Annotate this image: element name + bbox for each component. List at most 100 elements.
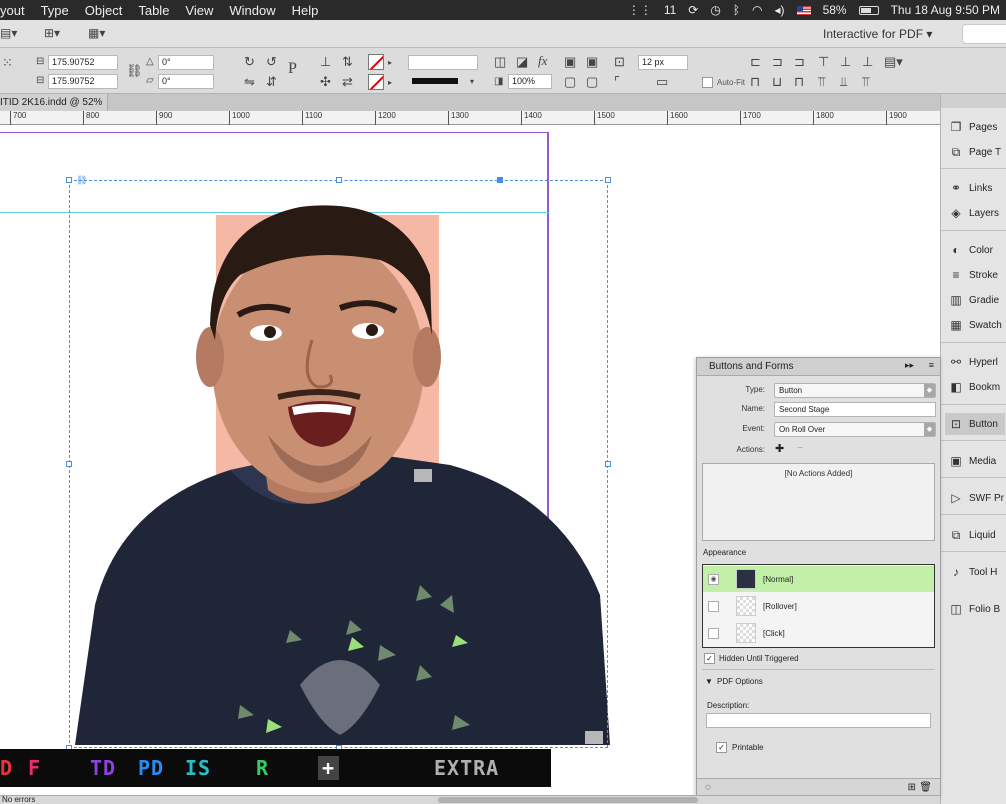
- preflight-status[interactable]: No errors: [2, 795, 35, 804]
- fit-content-icon[interactable]: ▣: [564, 55, 576, 69]
- dock-stroke[interactable]: ≡ Stroke: [949, 264, 1006, 286]
- trash-icon[interactable]: 🗑: [919, 782, 932, 793]
- strip-button-is[interactable]: IS: [185, 756, 211, 780]
- constrain-proportions-icon[interactable]: ⛓: [126, 64, 143, 78]
- select-content-icon[interactable]: ✣: [320, 75, 331, 89]
- fill-proportionally-icon[interactable]: ▢: [586, 75, 598, 89]
- remove-action-icon[interactable]: −: [797, 442, 803, 454]
- pdf-options-toggle-icon[interactable]: ▼: [705, 677, 713, 686]
- distribute-bottom-icon[interactable]: ⫪: [862, 75, 869, 89]
- dock-links[interactable]: ⚭ Links: [949, 177, 1006, 199]
- width-field[interactable]: 175.90752: [48, 55, 118, 70]
- type-select[interactable]: Button ◆: [774, 383, 936, 398]
- actions-list[interactable]: [No Actions Added]: [702, 463, 935, 541]
- horizontal-scrollbar[interactable]: [438, 797, 698, 803]
- time-machine-icon[interactable]: ◷: [710, 3, 720, 17]
- dock-media[interactable]: ▣ Media: [949, 450, 1006, 472]
- description-field[interactable]: [706, 713, 931, 728]
- spacing-field[interactable]: 12 px: [638, 55, 688, 70]
- shear-angle-field[interactable]: 0°: [158, 74, 214, 89]
- eye-icon[interactable]: ◉: [708, 574, 719, 585]
- menu-view[interactable]: View: [177, 3, 221, 18]
- strip-button-pd[interactable]: PD: [138, 756, 164, 780]
- align-bottom-icon[interactable]: ⊥: [862, 55, 873, 69]
- dock-swf-preview[interactable]: ▷ SWF Pr: [949, 487, 1006, 509]
- drop-shadow-icon[interactable]: ◫: [494, 55, 506, 69]
- add-action-icon[interactable]: ✚: [775, 442, 784, 455]
- dock-layers[interactable]: ◈ Layers: [949, 202, 1006, 224]
- strip-button-r[interactable]: R: [256, 756, 269, 780]
- dock-page-transitions[interactable]: ⧉ Page T: [949, 141, 1006, 163]
- arrange-documents-icon[interactable]: ⊞▾: [44, 26, 60, 40]
- select-container-icon[interactable]: ⊥: [320, 55, 331, 69]
- view-options-icon[interactable]: ▦▾: [88, 26, 105, 40]
- status-number[interactable]: 11: [664, 3, 676, 17]
- state-rollover[interactable]: [Rollover]: [703, 593, 934, 619]
- menu-help[interactable]: Help: [284, 3, 327, 18]
- stroke-chevron-icon[interactable]: ▸: [388, 76, 392, 90]
- height-field[interactable]: 175.90752: [48, 74, 118, 89]
- effects-icon[interactable]: fx: [538, 54, 547, 68]
- menu-object[interactable]: Object: [77, 3, 131, 18]
- corner-options-icon[interactable]: ⌜: [614, 75, 620, 89]
- dock-tool-hints[interactable]: ♪ Tool H: [949, 561, 1006, 583]
- battery-percent[interactable]: 58%: [823, 3, 847, 17]
- name-field[interactable]: Second Stage: [774, 402, 936, 417]
- shadow-toggle-icon[interactable]: ◪: [516, 55, 528, 69]
- stroke-swatch[interactable]: [368, 74, 384, 90]
- screen-mode-icon[interactable]: ▤▾: [0, 26, 17, 40]
- state-click[interactable]: [Click]: [703, 620, 934, 646]
- flip-vertical-icon[interactable]: ⇵: [266, 75, 277, 89]
- corner-shape-icon[interactable]: ▭: [656, 75, 668, 89]
- dock-buttons[interactable]: ⊡ Button: [945, 413, 1005, 435]
- auto-fit-checkbox[interactable]: [702, 77, 713, 88]
- menu-table[interactable]: Table: [130, 3, 177, 18]
- dock-gradient[interactable]: ▥ Gradie: [949, 289, 1006, 311]
- panel-title-bar[interactable]: Buttons and Forms ▸▸ ≡: [697, 358, 940, 376]
- resize-handle-anchor[interactable]: [497, 177, 503, 183]
- hidden-until-triggered-checkbox[interactable]: ✓: [704, 653, 715, 664]
- convert-icon[interactable]: ⊞: [908, 782, 916, 793]
- align-middle-icon[interactable]: ⊥: [840, 55, 851, 69]
- signal-icon[interactable]: ⋮⋮: [628, 3, 652, 17]
- dock-bookmarks[interactable]: ◧ Bookm: [949, 376, 1006, 398]
- stroke-weight-field[interactable]: [408, 55, 478, 70]
- distribute-top-icon[interactable]: ⫪: [818, 75, 825, 89]
- state-normal[interactable]: ◉ [Normal]: [703, 566, 934, 592]
- state-checkbox[interactable]: [708, 628, 719, 639]
- align-center-icon[interactable]: ⊐: [772, 55, 783, 69]
- distribute-middle-icon[interactable]: ⫫: [840, 75, 847, 89]
- distribute-right-icon[interactable]: ⊓: [794, 75, 804, 89]
- reference-point-icon[interactable]: ⁙: [2, 56, 13, 70]
- menu-window[interactable]: Window: [221, 3, 283, 18]
- wifi-icon[interactable]: ◠: [752, 3, 762, 17]
- printable-checkbox[interactable]: ✓: [716, 742, 727, 753]
- fit-frame-icon[interactable]: ▣: [586, 55, 598, 69]
- battery-icon[interactable]: [858, 5, 879, 15]
- dock-pages[interactable]: ❐ Pages: [949, 116, 1006, 138]
- sync-icon[interactable]: ⟳: [688, 3, 698, 17]
- selected-button-frame[interactable]: [69, 180, 608, 748]
- dock-liquid-layout[interactable]: ⧉ Liquid: [949, 524, 1006, 546]
- stroke-type-preview[interactable]: [412, 78, 458, 84]
- select-next-icon[interactable]: ⇄: [342, 75, 353, 89]
- panel-menu-icon[interactable]: ≡: [929, 360, 934, 370]
- align-to-icon[interactable]: ▤▾: [884, 55, 903, 69]
- strip-button-d[interactable]: D: [0, 756, 13, 780]
- flip-horizontal-icon[interactable]: ⇋: [244, 75, 255, 89]
- dock-folio-builder[interactable]: ◫ Folio B: [949, 598, 1006, 620]
- us-flag-icon[interactable]: [796, 5, 811, 15]
- clock[interactable]: Thu 18 Aug 9:50 PM: [891, 3, 1000, 17]
- strip-button-f[interactable]: F: [28, 756, 41, 780]
- dock-color[interactable]: ◐ Color: [949, 239, 1006, 261]
- resize-handle-e[interactable]: [605, 461, 611, 467]
- rotate-ccw-icon[interactable]: ↺: [266, 55, 277, 69]
- dock-swatches[interactable]: ▦ Swatch: [949, 314, 1006, 336]
- collapse-icon[interactable]: ▸▸: [905, 360, 914, 371]
- rotate-angle-field[interactable]: 0°: [158, 55, 214, 70]
- resize-handle-ne[interactable]: [605, 177, 611, 183]
- dock-header[interactable]: [941, 94, 1006, 108]
- dock-hyperlinks[interactable]: ⚯ Hyperl: [949, 351, 1006, 373]
- center-content-icon[interactable]: ▢: [564, 75, 576, 89]
- workspace-switcher[interactable]: Interactive for PDF ▾: [823, 24, 943, 44]
